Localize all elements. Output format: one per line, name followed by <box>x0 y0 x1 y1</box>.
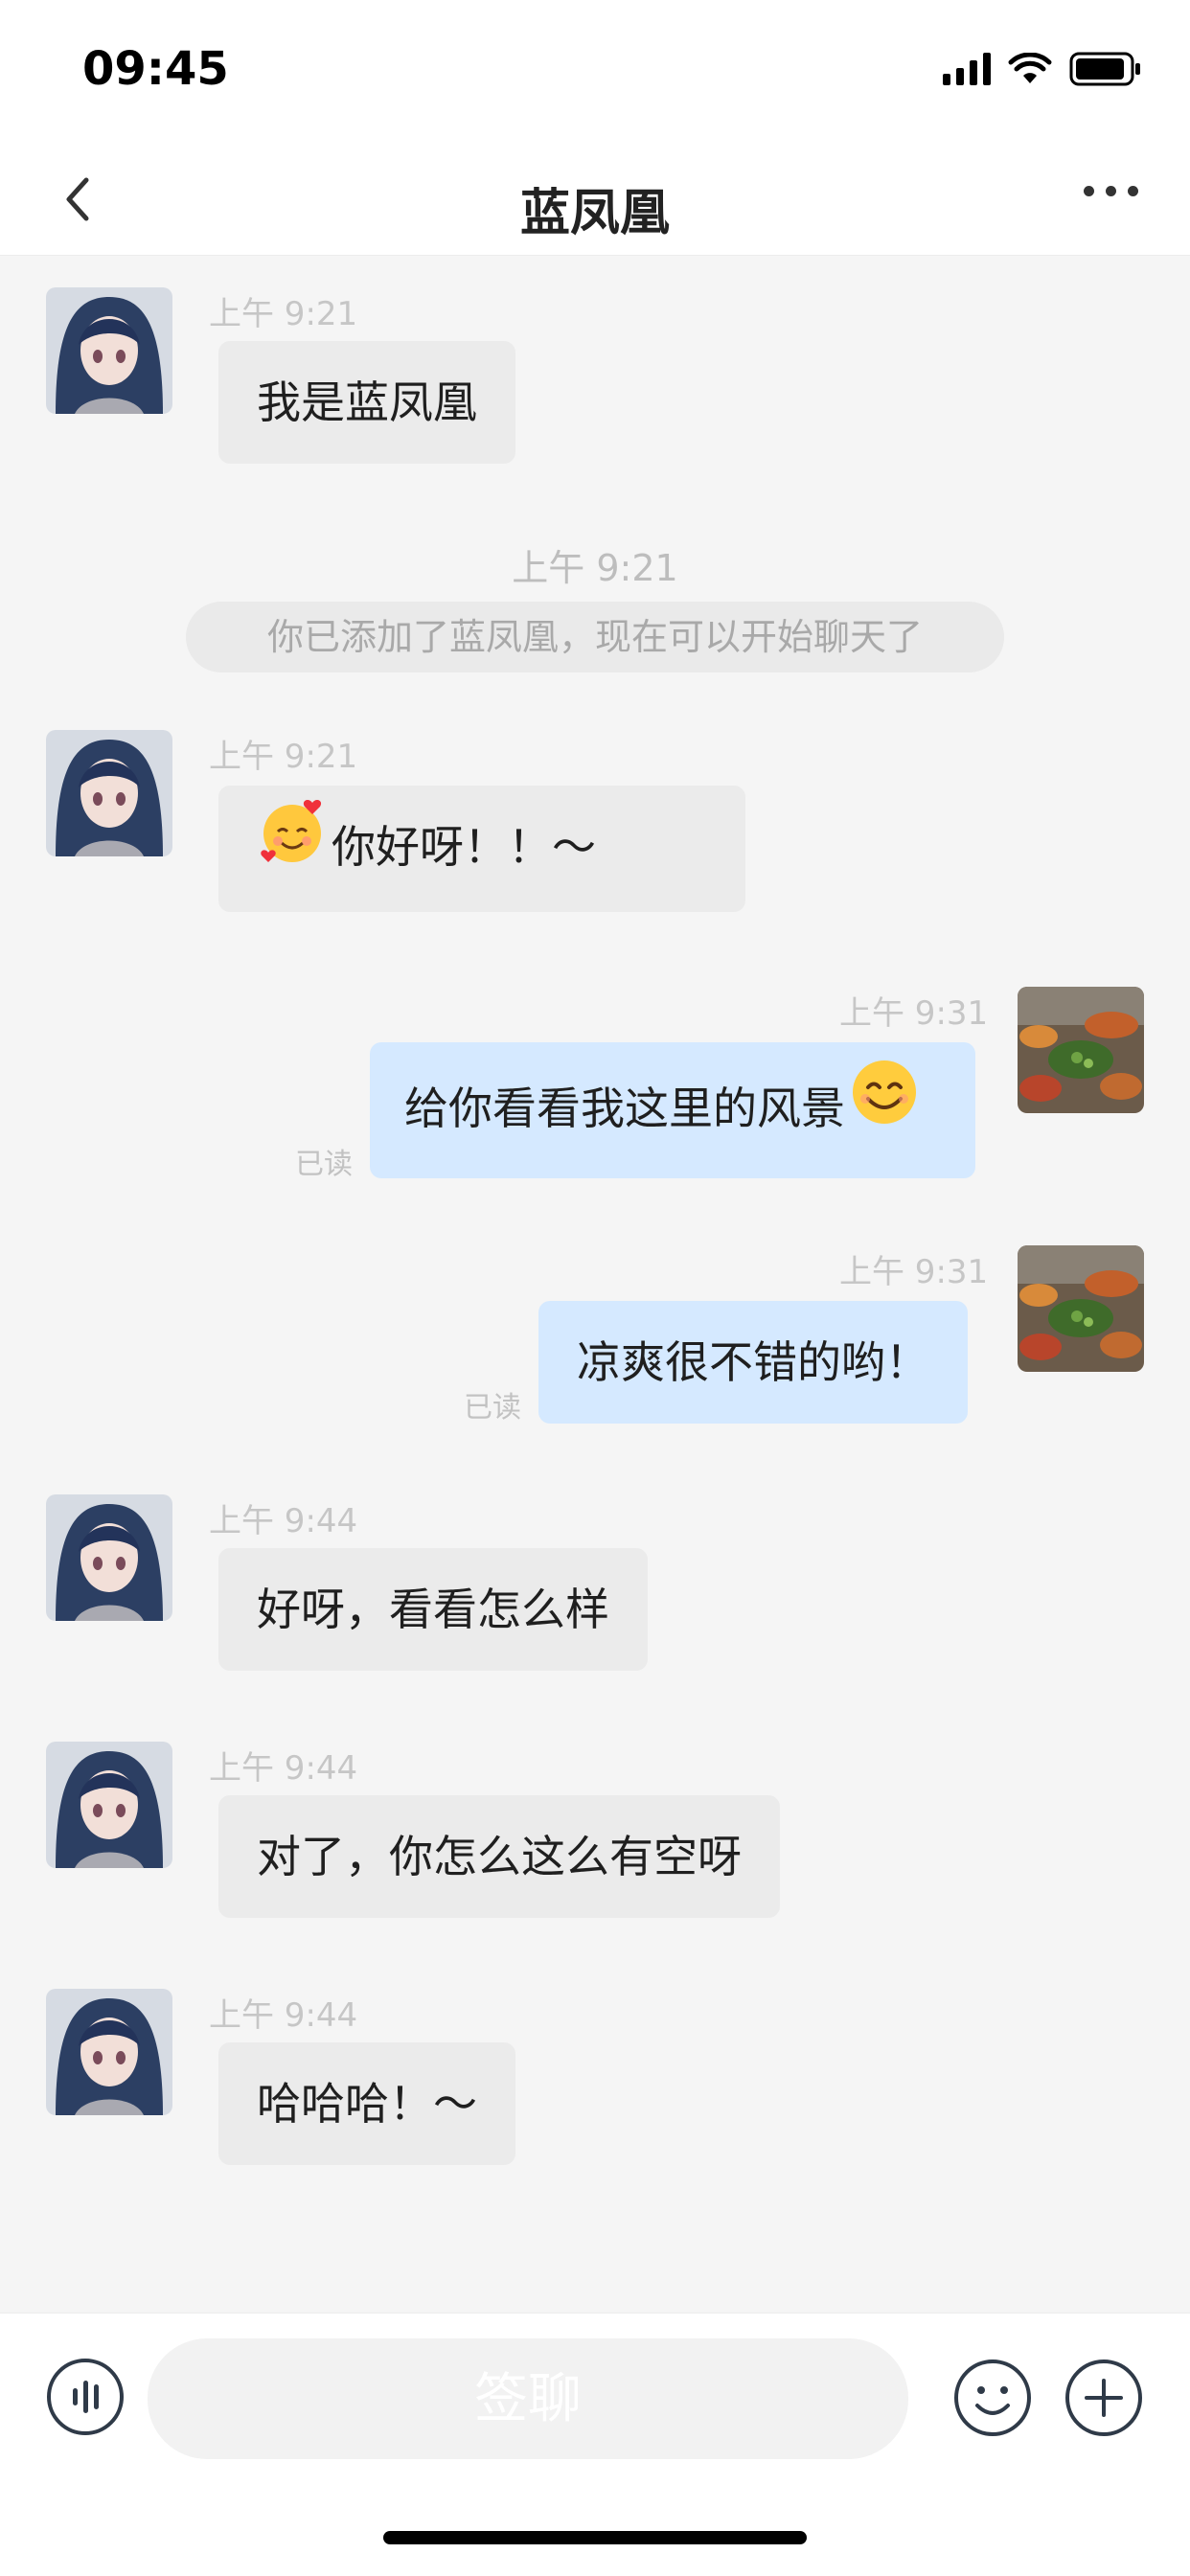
voice-icon[interactable] <box>46 2358 125 2436</box>
my-avatar[interactable] <box>1018 1245 1144 1372</box>
my-avatar[interactable] <box>1018 987 1144 1113</box>
message-bubble[interactable]: 对了，你怎么这么有空呀 <box>218 1795 780 1918</box>
smiling-hearts-emoji-icon <box>257 789 328 912</box>
message-bubble[interactable]: 给你看看我这里的风景 <box>370 1042 975 1178</box>
contact-avatar[interactable] <box>46 1494 172 1621</box>
emoji-icon[interactable] <box>952 2358 1033 2438</box>
message-bubble[interactable]: 你好呀！！～ <box>218 786 745 912</box>
message-time: 上午 9:44 <box>209 1996 358 2035</box>
contact-avatar[interactable] <box>46 1742 172 1868</box>
status-time: 09:45 <box>82 42 229 96</box>
plus-icon[interactable] <box>1064 2358 1144 2438</box>
contact-avatar[interactable] <box>46 730 172 856</box>
message-bubble[interactable]: 哈哈哈！～ <box>218 2042 515 2165</box>
chat-title: 蓝凤凰 <box>519 185 670 242</box>
read-receipt: 已读 <box>295 1148 353 1181</box>
message-time: 上午 9:21 <box>209 738 358 776</box>
message-time: 上午 9:31 <box>839 994 989 1033</box>
status-bar: 09:45 <box>0 0 1190 144</box>
smiling-face-emoji-icon <box>849 1046 920 1178</box>
more-dots-icon[interactable] <box>1084 186 1138 196</box>
message-bubble[interactable]: 好呀，看看怎么样 <box>218 1548 648 1671</box>
battery-icon <box>1069 52 1142 86</box>
contact-avatar[interactable] <box>46 287 172 414</box>
message-time: 上午 9:31 <box>839 1253 989 1291</box>
message-input[interactable] <box>148 2338 908 2459</box>
system-time: 上午 9:21 <box>512 547 678 589</box>
wifi-icon <box>1008 53 1052 85</box>
message-bubble[interactable]: 我是蓝凤凰 <box>218 341 515 464</box>
message-text: 你好呀！！～ <box>332 821 596 873</box>
message-time: 上午 9:44 <box>209 1749 358 1788</box>
signal-icon <box>943 53 991 85</box>
home-indicator <box>383 2531 807 2544</box>
read-receipt: 已读 <box>464 1391 521 1425</box>
contact-avatar[interactable] <box>46 1989 172 2115</box>
status-icons <box>943 52 1142 86</box>
system-notice: 你已添加了蓝凤凰，现在可以开始聊天了 <box>186 602 1004 672</box>
nav-bar: 蓝凤凰 <box>0 144 1190 256</box>
message-text: 给你看看我这里的风景 <box>404 1083 845 1134</box>
message-time: 上午 9:44 <box>209 1502 358 1540</box>
message-time: 上午 9:21 <box>209 295 358 333</box>
message-bubble[interactable]: 凉爽很不错的哟！ <box>538 1301 968 1424</box>
